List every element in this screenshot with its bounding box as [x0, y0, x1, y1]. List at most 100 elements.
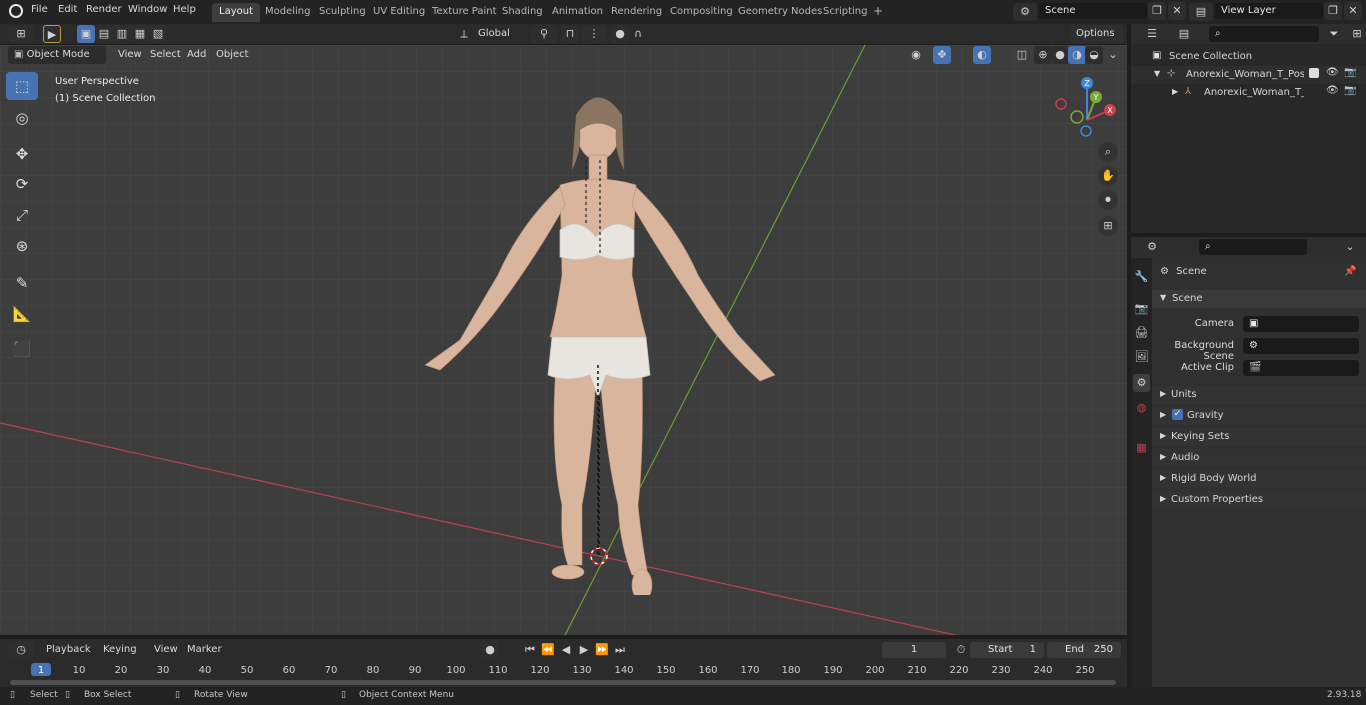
tab-uv-editing[interactable]: UV Editing	[366, 3, 432, 22]
marker-menu[interactable]: Marker	[181, 641, 228, 659]
audio-panel[interactable]: ▶ Audio	[1152, 449, 1366, 467]
end-frame-field[interactable]: End 250	[1047, 642, 1121, 658]
copy-scene-icon[interactable]: ❐	[1148, 2, 1166, 20]
scene-icon[interactable]: ⚙	[1013, 3, 1037, 21]
ortho-grid-icon[interactable]: ⊞	[1098, 216, 1118, 236]
falloff-icon[interactable]: ∩	[629, 25, 647, 43]
custom-properties-panel[interactable]: ▶ Custom Properties	[1152, 491, 1366, 509]
eye-icon[interactable]: 👁	[1326, 85, 1339, 96]
expand-icon[interactable]: ▼	[1154, 69, 1160, 78]
properties-options-icon[interactable]: ⌄	[1341, 238, 1359, 256]
gizmo-toggle-icon[interactable]: ✥	[933, 46, 951, 64]
blender-logo-icon[interactable]	[9, 4, 23, 18]
move-tool[interactable]: ✥	[6, 140, 38, 168]
view-layer-field[interactable]: View Layer	[1215, 3, 1323, 19]
copy-view-layer-icon[interactable]: ❐	[1324, 2, 1342, 20]
character-mesh[interactable]	[400, 75, 800, 595]
tab-modeling[interactable]: Modeling	[258, 3, 318, 22]
texture-tab-icon[interactable]: ▦	[1133, 439, 1150, 457]
scene-tab-icon[interactable]: ⚙	[1133, 374, 1150, 392]
outliner-item-row[interactable]: ▼ ⊹ Anorexic_Woman_T_Pose_00 👁 📷	[1131, 66, 1366, 84]
tab-shading[interactable]: Shading	[495, 3, 550, 22]
next-keyframe-icon[interactable]: ⏩	[593, 641, 611, 659]
tab-geometry-nodes[interactable]: Geometry Nodes	[731, 3, 829, 22]
select-tool-icon[interactable]: ▶	[43, 25, 61, 43]
timeline-editor-icon[interactable]: ◷	[8, 641, 34, 659]
prev-keyframe-icon[interactable]: ⏪	[539, 641, 557, 659]
tab-compositing[interactable]: Compositing	[663, 3, 740, 22]
view-layer-tab-icon[interactable]: 🖼	[1133, 348, 1150, 366]
background-scene-field[interactable]: ⚙	[1243, 338, 1359, 354]
outliner-editor-icon[interactable]: ☰	[1139, 25, 1165, 43]
world-tab-icon[interactable]: ◍	[1133, 399, 1150, 417]
units-panel[interactable]: ▶ Units	[1152, 386, 1366, 404]
tab-layout[interactable]: Layout	[212, 3, 260, 22]
orientation-icon[interactable]: ⟂	[455, 25, 473, 43]
timeline-scrollbar[interactable]	[10, 680, 1116, 685]
gravity-panel[interactable]: ▶ ✓ Gravity	[1152, 407, 1366, 425]
outliner-root-row[interactable]: ▣ Scene Collection	[1131, 48, 1366, 66]
shading-wireframe-icon[interactable]: ⊕	[1034, 46, 1052, 64]
keying-sets-panel[interactable]: ▶ Keying Sets	[1152, 428, 1366, 446]
jump-end-icon[interactable]: ⏭	[611, 641, 629, 659]
render-camera-icon[interactable]: 📷	[1344, 67, 1356, 78]
render-tab-icon[interactable]: 📷	[1133, 300, 1150, 318]
playback-menu[interactable]: Playback	[40, 641, 97, 659]
snap-icon[interactable]: ⊓	[561, 25, 579, 43]
mode-intersect-icon[interactable]: ▧	[149, 25, 167, 43]
tab-texture-paint[interactable]: Texture Paint	[425, 3, 504, 22]
camera-field[interactable]: ▣	[1243, 316, 1359, 332]
tab-animation[interactable]: Animation	[545, 3, 610, 22]
remove-view-layer-icon[interactable]: ✕	[1344, 2, 1362, 20]
rigid-body-world-panel[interactable]: ▶ Rigid Body World	[1152, 470, 1366, 488]
scale-tool[interactable]: ⤢	[6, 201, 38, 229]
cursor-tool[interactable]: ◎	[6, 104, 38, 132]
menu-window[interactable]: Window	[128, 4, 167, 15]
mode-subtract-icon[interactable]: ▥	[113, 25, 131, 43]
gravity-checkbox[interactable]: ✓	[1172, 409, 1183, 420]
outliner-display-mode-icon[interactable]: ▤	[1171, 25, 1197, 43]
play-icon[interactable]: ▶	[575, 641, 593, 659]
properties-search-input[interactable]: ⌕	[1199, 239, 1307, 255]
zoom-icon[interactable]: ⌕	[1098, 142, 1118, 162]
properties-editor-icon[interactable]: ⚙	[1139, 238, 1165, 256]
mode-extend-icon[interactable]: ▤	[95, 25, 113, 43]
navigation-gizmo[interactable]: Z Y X	[1052, 73, 1122, 143]
menu-view[interactable]: View	[112, 46, 148, 64]
remove-scene-icon[interactable]: ✕	[1168, 2, 1186, 20]
keying-menu[interactable]: Keying	[97, 641, 143, 659]
proportional-edit-icon[interactable]: ●	[611, 25, 629, 43]
start-frame-field[interactable]: Start 1	[970, 642, 1044, 658]
mode-new-icon[interactable]: ▣	[77, 25, 95, 43]
visibility-icon[interactable]: ◉	[903, 46, 929, 64]
outliner-search-input[interactable]: ⌕	[1209, 26, 1319, 42]
editor-type-icon[interactable]: ⊞	[8, 25, 34, 43]
view-menu[interactable]: View	[148, 641, 184, 659]
transform-tool[interactable]: ⊛	[6, 232, 38, 260]
current-frame-field[interactable]: 1	[882, 642, 946, 658]
pivot-icon[interactable]: ⚲	[531, 25, 557, 43]
play-reverse-icon[interactable]: ◀	[557, 641, 575, 659]
output-tab-icon[interactable]: 🖨	[1133, 324, 1150, 342]
measure-tool[interactable]: 📐	[6, 300, 38, 328]
new-collection-icon[interactable]: ⊞	[1348, 25, 1366, 43]
menu-object[interactable]: Object	[210, 46, 255, 64]
shading-options-icon[interactable]: ⌄	[1104, 46, 1122, 64]
record-icon[interactable]: ●	[481, 641, 499, 659]
menu-add[interactable]: Add	[181, 46, 212, 64]
include-checkbox-icon[interactable]	[1309, 68, 1319, 78]
snap-target-icon[interactable]: ⋮	[581, 25, 607, 43]
menu-render[interactable]: Render	[86, 4, 122, 15]
menu-help[interactable]: Help	[173, 4, 196, 15]
pin-icon[interactable]: 📌	[1344, 266, 1356, 277]
view-layer-icon[interactable]: ▤	[1189, 3, 1213, 21]
shading-rendered-icon[interactable]: ◒	[1085, 46, 1103, 64]
shading-solid-icon[interactable]: ●	[1051, 46, 1069, 64]
scene-section-header[interactable]: ▼ Scene	[1152, 290, 1366, 308]
scene-field[interactable]: Scene	[1039, 3, 1147, 19]
eye-icon[interactable]: 👁	[1326, 67, 1339, 78]
mode-invert-icon[interactable]: ▦	[131, 25, 149, 43]
3d-viewport[interactable]: User Perspective (1) Scene Collection Z …	[0, 45, 1127, 635]
tool-tab-icon[interactable]: 🔧	[1133, 268, 1150, 286]
shading-material-icon[interactable]: ◑	[1068, 46, 1086, 64]
